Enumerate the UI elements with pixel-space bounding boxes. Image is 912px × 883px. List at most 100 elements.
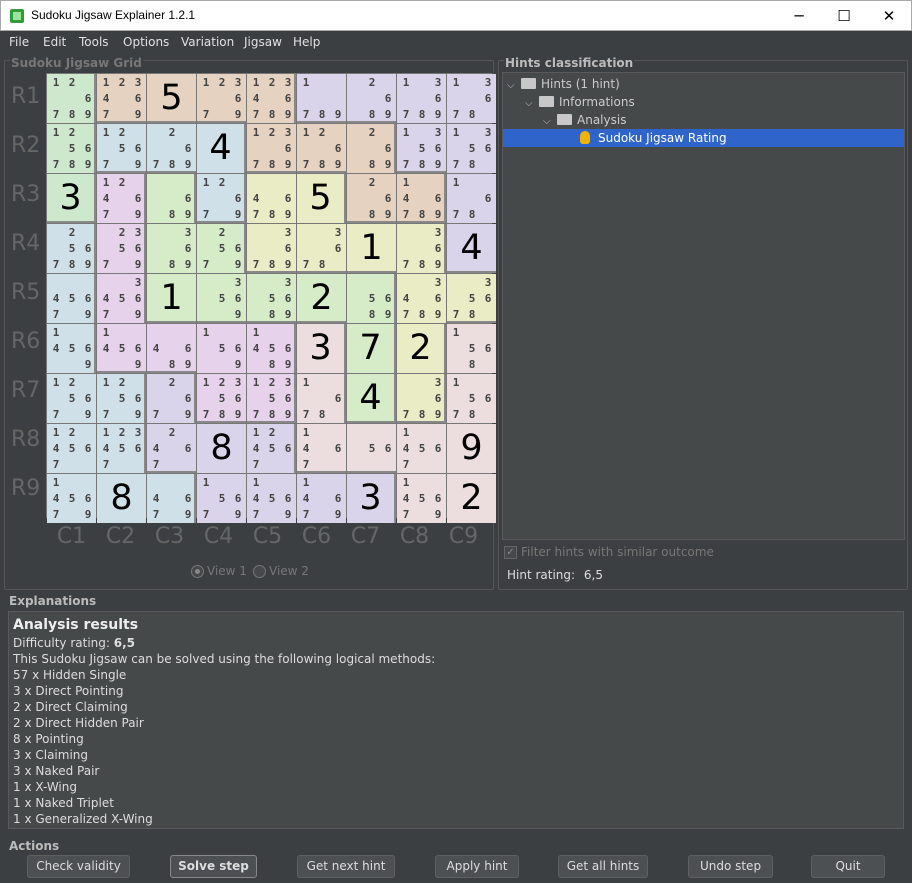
grid-cell[interactable]: 3 6 789	[247, 224, 296, 273]
grid-cell[interactable]: 3 4 6 789	[397, 274, 446, 323]
menu-help[interactable]: Help	[293, 35, 320, 49]
apply-hint-button[interactable]: Apply hint	[435, 855, 519, 878]
grid-cell[interactable]: 126 7 9	[197, 174, 246, 223]
grid-cell[interactable]: 1 4 6 789	[397, 174, 446, 223]
filter-checkbox[interactable]: ✓ Filter hints with similar outcome	[504, 545, 714, 559]
tree-node-hints[interactable]: ⌵ Hints (1 hint)	[507, 75, 620, 93]
grid-cell[interactable]: 123 6 789	[247, 124, 296, 173]
hints-tree[interactable]: ⌵ Hints (1 hint) ⌵ Informations ⌵ Analysis …	[502, 72, 905, 540]
grid-cell[interactable]: 3	[347, 474, 396, 523]
grid-cell[interactable]: 1568	[447, 324, 496, 373]
grid-cell[interactable]: 1 456 9	[97, 324, 146, 373]
menu-file[interactable]: File	[9, 35, 29, 49]
grid-cell[interactable]: 4	[347, 374, 396, 423]
grid-cell[interactable]: 3	[47, 174, 96, 223]
grid-cell[interactable]: 12356 789	[197, 374, 246, 423]
grid-cell[interactable]: 4	[197, 124, 246, 173]
grid-cell[interactable]: 12456 7	[247, 424, 296, 473]
grid-cell[interactable]: 1678	[447, 174, 496, 223]
view1-radio[interactable]: View 1	[191, 564, 247, 578]
grid-cell[interactable]: 12 56 7 9	[97, 124, 146, 173]
grid-cell[interactable]: 126 789	[297, 124, 346, 173]
quit-button[interactable]: Quit	[811, 855, 885, 878]
grid-cell[interactable]: 2	[447, 474, 496, 523]
grid-cell[interactable]: 2	[297, 274, 346, 323]
grid-cell[interactable]: 123 6 7 9	[197, 74, 246, 123]
grid-cell[interactable]: 123 4 6 789	[247, 74, 296, 123]
menu-jigsaw[interactable]: Jigsaw	[244, 35, 282, 49]
grid-cell[interactable]: 3	[297, 324, 346, 373]
grid-cell[interactable]: 2 56 789	[47, 224, 96, 273]
grid-cell[interactable]: 1 356 78	[447, 124, 496, 173]
close-button[interactable]: ✕	[866, 1, 912, 31]
maximize-button[interactable]: ☐	[821, 1, 867, 31]
view2-radio[interactable]: View 2	[253, 564, 309, 578]
grid-cell[interactable]: 1789	[297, 74, 346, 123]
grid-cell[interactable]: 26 7 9	[147, 374, 196, 423]
grid-cell[interactable]: 2689	[347, 124, 396, 173]
grid-cell[interactable]: 2689	[347, 74, 396, 123]
menu-options[interactable]: Options	[123, 35, 169, 49]
grid-cell[interactable]: 1569	[197, 324, 246, 373]
grid-cell[interactable]: 123 456 7	[97, 424, 146, 473]
grid-cell[interactable]: 156 7 9	[197, 474, 246, 523]
grid-cell[interactable]: 1 456 9	[47, 324, 96, 373]
grid-cell[interactable]: 356 78	[447, 274, 496, 323]
grid-cell[interactable]: 5	[297, 174, 346, 223]
solve-step-button[interactable]: Solve step	[170, 855, 257, 878]
menu-tools[interactable]: Tools	[79, 35, 109, 49]
get-all-hints-button[interactable]: Get all hints	[558, 855, 648, 878]
grid-cell[interactable]: 7	[347, 324, 396, 373]
grid-cell[interactable]: 3 456 7 9	[97, 274, 146, 323]
menu-variation[interactable]: Variation	[181, 35, 234, 49]
check-validity-button[interactable]: Check validity	[27, 855, 130, 878]
grid-cell[interactable]: 1	[347, 224, 396, 273]
grid-cell[interactable]: 12456 7	[47, 424, 96, 473]
grid-cell[interactable]: 1 456 7 9	[397, 474, 446, 523]
grid-cell[interactable]: 9	[447, 424, 496, 473]
grid-cell[interactable]: 1 45689	[247, 324, 296, 373]
grid-cell[interactable]: 5689	[347, 274, 396, 323]
grid-cell[interactable]: 1 356 789	[397, 124, 446, 173]
grid-cell[interactable]: 4	[447, 224, 496, 273]
grid-cell[interactable]: 123 4 6 7 9	[97, 74, 146, 123]
tree-node-rating[interactable]: Sudoku Jigsaw Rating	[503, 129, 904, 147]
grid-cell[interactable]: 1678	[297, 374, 346, 423]
get-next-hint-button[interactable]: Get next hint	[297, 855, 395, 878]
grid-cell[interactable]: 3 6 78	[297, 224, 346, 273]
grid-cell[interactable]: 3 689	[147, 224, 196, 273]
sudoku-grid[interactable]: 1267891234679512367912346789178926891367…	[46, 73, 496, 523]
grid-cell[interactable]: 126 789	[47, 74, 96, 123]
grid-cell[interactable]: 4 6 7 9	[147, 474, 196, 523]
grid-cell[interactable]: 1 3 6 78	[447, 74, 496, 123]
grid-cell[interactable]: 1 3 6 789	[397, 74, 446, 123]
grid-cell[interactable]: 24 6 7	[147, 424, 196, 473]
chevron-down-icon[interactable]: ⌵	[507, 77, 521, 95]
minimize-button[interactable]: ─	[776, 1, 822, 31]
grid-cell[interactable]: 1 4 6 7	[297, 424, 346, 473]
grid-cell[interactable]: 4 689	[147, 324, 196, 373]
grid-cell[interactable]: 4 6 789	[247, 174, 296, 223]
grid-cell[interactable]: 2689	[347, 174, 396, 223]
grid-cell[interactable]: 5	[147, 74, 196, 123]
grid-cell[interactable]: 1 4 6 7 9	[297, 474, 346, 523]
grid-cell[interactable]: 1	[147, 274, 196, 323]
grid-cell[interactable]: 12 56 7 9	[97, 374, 146, 423]
grid-cell[interactable]: 1 456 7 9	[47, 474, 96, 523]
grid-cell[interactable]: 26 789	[147, 124, 196, 173]
grid-cell[interactable]: 12 56 789	[47, 124, 96, 173]
grid-cell[interactable]: 8	[97, 474, 146, 523]
tree-node-informations[interactable]: ⌵ Informations	[525, 93, 635, 111]
menu-edit[interactable]: Edit	[43, 35, 66, 49]
grid-cell[interactable]: 56	[347, 424, 396, 473]
grid-cell[interactable]: 1 456 7	[397, 424, 446, 473]
grid-cell[interactable]: 2356 7 9	[97, 224, 146, 273]
grid-cell[interactable]: 12356 789	[247, 374, 296, 423]
tree-node-analysis[interactable]: ⌵ Analysis	[543, 111, 626, 129]
grid-cell[interactable]: 2	[397, 324, 446, 373]
grid-cell[interactable]: 124 6 7 9	[97, 174, 146, 223]
grid-cell[interactable]: 2 56 7 9	[197, 224, 246, 273]
grid-cell[interactable]: 12 56 7 9	[47, 374, 96, 423]
grid-cell[interactable]: 3 6 789	[397, 224, 446, 273]
grid-cell[interactable]: 156 78	[447, 374, 496, 423]
